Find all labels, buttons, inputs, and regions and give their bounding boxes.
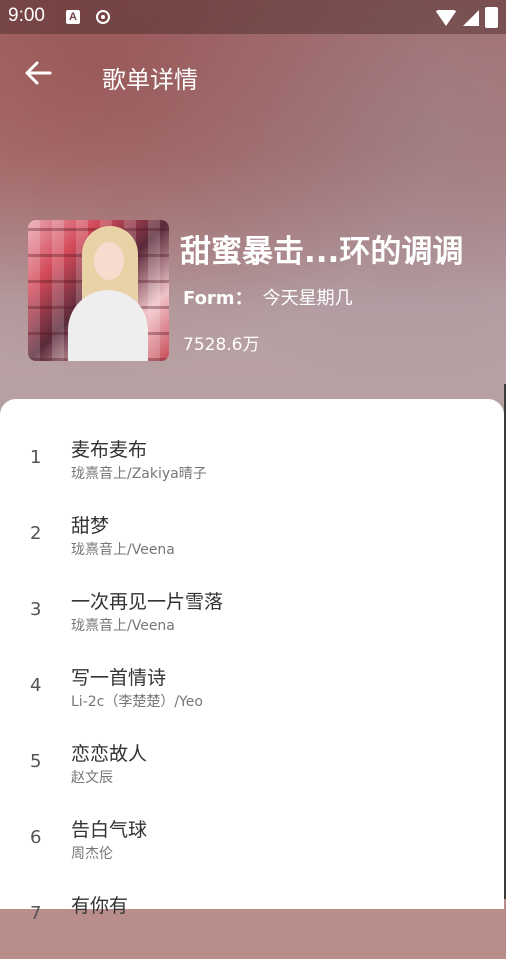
arrow-left-icon — [25, 61, 52, 85]
song-index: 6 — [30, 827, 42, 848]
page-title: 歌单详情 — [102, 66, 198, 94]
song-row[interactable]: 4 写一首情诗 Li-2c（李楚楚）/Yeo — [0, 655, 504, 731]
song-artist: 珑熹音上/Veena — [71, 542, 175, 558]
cell-signal-icon — [463, 9, 479, 26]
song-title: 麦布麦布 — [71, 439, 148, 461]
song-title: 恋恋故人 — [71, 743, 148, 765]
record-icon — [96, 10, 110, 24]
song-row[interactable]: 6 告白气球 周杰伦 — [0, 807, 504, 883]
song-row[interactable]: 3 一次再见一片雪落 珑熹音上/Veena — [0, 579, 504, 655]
song-row[interactable]: 2 甜梦 珑熹音上/Veena — [0, 503, 504, 579]
play-count: 7528.6万 — [183, 335, 260, 355]
song-list: 1 麦布麦布 珑熹音上/Zakiya晴子 2 甜梦 珑熹音上/Veena 3 一… — [0, 399, 504, 924]
header-background — [0, 0, 506, 430]
status-icons — [435, 7, 498, 28]
song-artist: 赵文辰 — [71, 770, 113, 786]
notification-a-icon: A — [66, 10, 80, 24]
creator-name[interactable]: 今天星期几 — [263, 288, 353, 309]
song-artist: 周杰伦 — [71, 846, 113, 862]
playlist-title: 甜蜜暴击...环的调调 — [180, 234, 464, 270]
cover-face — [94, 242, 124, 280]
song-artist: 珑熹音上/Zakiya晴子 — [71, 466, 207, 482]
song-artist: Li-2c（李楚楚）/Yeo — [71, 694, 203, 710]
playlist-creator-row[interactable]: Form： 今天星期几 — [183, 284, 353, 310]
song-title: 一次再见一片雪落 — [71, 591, 224, 613]
song-title: 写一首情诗 — [71, 667, 167, 689]
song-index: 7 — [30, 903, 42, 924]
playlist-cover[interactable] — [28, 220, 169, 361]
song-index: 4 — [30, 675, 42, 696]
battery-icon — [485, 7, 498, 28]
wifi-icon — [435, 9, 457, 26]
song-title: 有你有 — [71, 895, 129, 917]
status-bar: 9:00 A — [0, 0, 506, 34]
song-title: 甜梦 — [71, 515, 110, 537]
song-index: 3 — [30, 599, 42, 620]
back-button[interactable] — [22, 58, 56, 92]
song-index: 5 — [30, 751, 42, 772]
cover-body — [68, 290, 148, 361]
status-time: 9:00 — [8, 5, 45, 26]
form-label: Form： — [183, 288, 253, 309]
song-row[interactable]: 7 有你有 — [0, 883, 504, 959]
song-index: 1 — [30, 447, 42, 468]
song-row[interactable]: 5 恋恋故人 赵文辰 — [0, 731, 504, 807]
song-index: 2 — [30, 523, 42, 544]
song-row[interactable]: 1 麦布麦布 珑熹音上/Zakiya晴子 — [0, 427, 504, 503]
song-title: 告白气球 — [71, 819, 148, 841]
song-artist: 珑熹音上/Veena — [71, 618, 175, 634]
